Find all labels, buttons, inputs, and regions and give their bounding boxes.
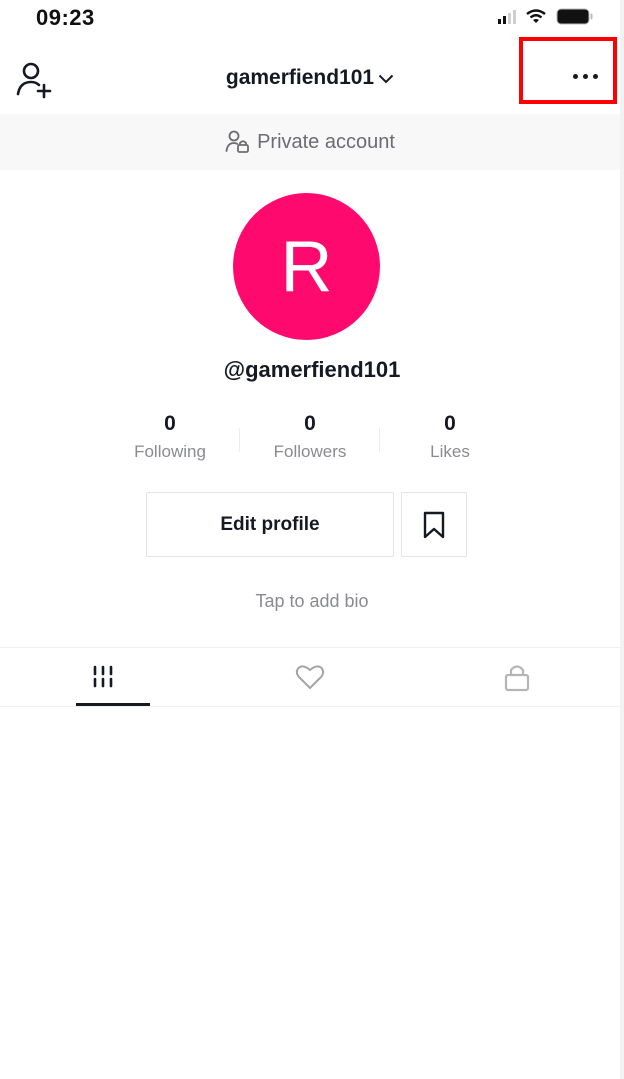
stat-value: 0 [304, 412, 316, 435]
tab-liked[interactable] [207, 648, 414, 706]
private-person-lock-icon [225, 130, 249, 153]
stat-label: Likes [430, 442, 470, 461]
battery-icon [556, 8, 593, 25]
stat-likes[interactable]: 0 Likes [380, 412, 520, 462]
screen-edge [620, 0, 624, 1079]
profile-stats: 0 Following 0 Followers 0 Likes [0, 412, 620, 462]
tab-private[interactable] [413, 648, 620, 706]
add-bio-prompt[interactable]: Tap to add bio [0, 591, 624, 612]
videos-grid-icon [94, 665, 113, 688]
status-bar: 09:23 [0, 0, 624, 38]
stat-label: Followers [273, 442, 347, 461]
content-tabs [0, 648, 620, 706]
profile-header: gamerfiend101 [0, 37, 620, 114]
divider [0, 706, 620, 707]
avatar-letter: R [280, 226, 333, 307]
stat-value: 0 [444, 412, 456, 435]
more-options-highlight-box [519, 37, 617, 104]
private-account-banner: Private account [0, 114, 620, 170]
header-username: gamerfiend101 [225, 66, 375, 89]
favorites-button[interactable] [401, 492, 467, 557]
tab-videos[interactable] [0, 648, 207, 706]
wifi-icon [526, 9, 546, 23]
stat-label: Following [134, 442, 206, 461]
cellular-signal-icon [498, 9, 516, 24]
stat-following[interactable]: 0 Following [100, 412, 240, 462]
stat-followers[interactable]: 0 Followers [240, 412, 380, 462]
profile-handle: @gamerfiend101 [223, 357, 401, 382]
bookmark-icon [423, 511, 445, 538]
avatar[interactable]: R [233, 193, 380, 340]
chevron-down-icon [378, 75, 394, 84]
private-account-label: Private account [257, 130, 395, 153]
more-options-button[interactable] [573, 74, 598, 79]
status-icons [498, 8, 594, 25]
status-time: 09:23 [36, 5, 95, 30]
more-horizontal-icon [573, 74, 578, 79]
heart-icon [295, 665, 325, 689]
edit-profile-button[interactable]: Edit profile [146, 492, 394, 557]
stat-value: 0 [164, 412, 176, 435]
lock-icon [504, 665, 529, 692]
